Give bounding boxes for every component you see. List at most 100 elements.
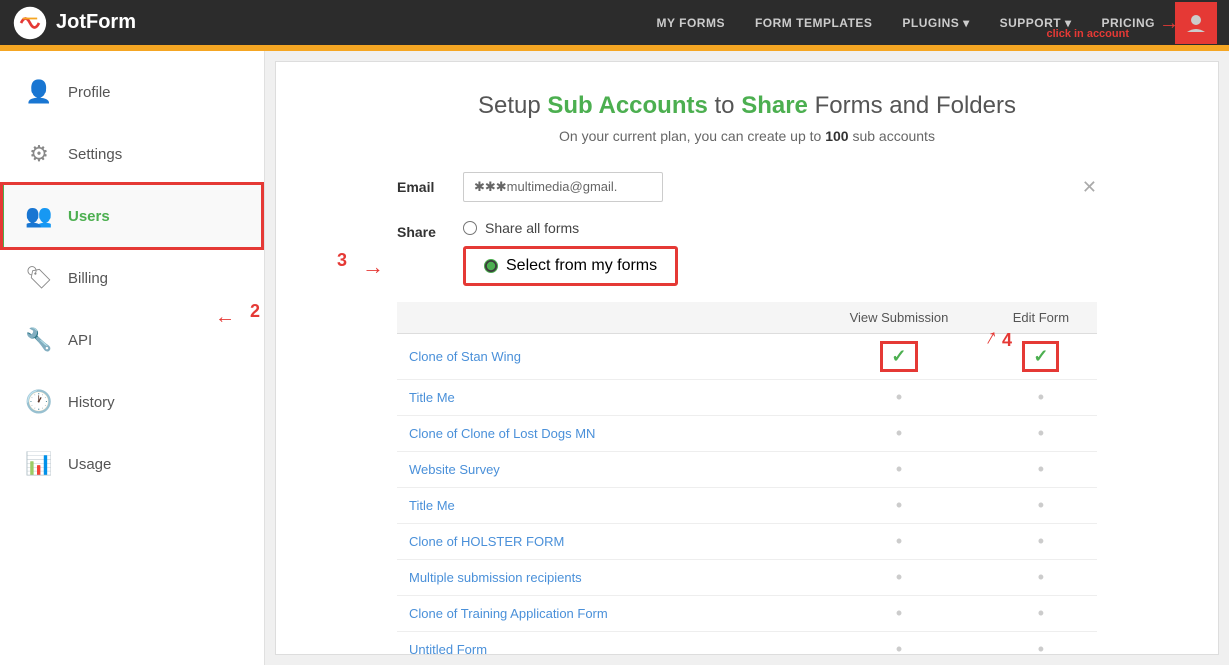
sidebar-label-usage: Usage [68,456,111,473]
view-submission-cell[interactable]: • [813,416,985,452]
content-area: Setup Sub Accounts to Share Forms and Fo… [275,61,1219,655]
usage-icon: 📊 [24,451,54,477]
edit-form-cell[interactable]: • [985,524,1097,560]
check-edit-box[interactable]: ✓ [1022,341,1059,372]
sidebar-label-history: History [68,394,115,411]
select-from-forms-option[interactable]: Select from my forms [463,246,678,286]
nav-links: MY FORMS FORM TEMPLATES PLUGINS ▾ SUPPOR… [643,2,1217,44]
form-section: Email ✱✱✱multimedia@gmail. ✕ Share Share… [397,172,1097,655]
form-name-cell[interactable]: Title Me [397,488,813,524]
table-row: Multiple submission recipients•• [397,560,1097,596]
table-row: Clone of Training Application Form•• [397,596,1097,632]
sidebar-label-api: API [68,332,92,349]
table-row: Untitled Form•• [397,632,1097,656]
sidebar-item-api[interactable]: 🔧 API [0,309,264,371]
subtitle-bold: 100 [825,128,848,144]
page-subtitle: On your current plan, you can create up … [316,128,1178,144]
sidebar-label-billing: Billing [68,270,108,287]
annotation-arrow-3: → [362,254,384,280]
email-input[interactable]: ✱✱✱multimedia@gmail. [463,172,663,202]
nav-plugins[interactable]: PLUGINS ▾ [888,8,983,38]
form-name-cell[interactable]: Clone of Clone of Lost Dogs MN [397,416,813,452]
edit-form-cell[interactable]: • [985,488,1097,524]
table-row: Clone of HOLSTER FORM•• [397,524,1097,560]
sidebar-item-users[interactable]: 👥 Users [0,185,264,247]
table-row: Title Me•• [397,488,1097,524]
page-title: Setup Sub Accounts to Share Forms and Fo… [316,92,1178,120]
view-submission-cell[interactable]: • [813,524,985,560]
form-name-cell[interactable]: Multiple submission recipients [397,560,813,596]
close-button[interactable]: ✕ [1082,177,1097,198]
annotation-number-3: 3 [337,250,347,271]
form-name-cell[interactable]: Clone of Training Application Form [397,596,813,632]
api-icon: 🔧 [24,327,54,353]
profile-icon: 👤 [24,79,54,105]
share-all-option[interactable]: Share all forms [463,220,678,236]
select-from-label: Select from my forms [506,257,657,275]
edit-form-cell[interactable]: • [985,380,1097,416]
view-submission-cell[interactable]: • [813,380,985,416]
form-name-cell[interactable]: Untitled Form [397,632,813,656]
logo-text: JotForm [56,11,136,34]
form-name-cell[interactable]: Website Survey [397,452,813,488]
email-row: Email ✱✱✱multimedia@gmail. ✕ [397,172,1097,202]
table-row: Clone of Clone of Lost Dogs MN•• [397,416,1097,452]
forms-table-wrapper: View Submission Edit Form Clone of Stan … [397,302,1097,655]
table-row: Title Me•• [397,380,1097,416]
title-end: Forms and Folders [808,92,1016,119]
view-submission-cell[interactable]: • [813,596,985,632]
billing-icon: 🏷 [24,265,54,291]
settings-icon: ⚙ [24,141,54,167]
view-submission-cell[interactable]: • [813,632,985,656]
title-to: to [708,92,741,119]
sidebar-item-history[interactable]: 🕐 History [0,371,264,433]
select-forms-radio[interactable] [484,259,498,273]
share-all-label: Share all forms [485,220,579,236]
view-submission-cell[interactable]: • [813,488,985,524]
nav-form-templates[interactable]: FORM TEMPLATES [741,8,886,38]
sidebar-item-billing[interactable]: 🏷 Billing [0,247,264,309]
sidebar-label-settings: Settings [68,146,122,163]
title-share: Share [741,92,808,119]
edit-form-cell[interactable]: • [985,416,1097,452]
view-submission-cell[interactable]: ✓ [813,334,985,380]
main-layout: 👤 Profile ⚙ Settings 👥 Users 2 ← 🏷 Billi… [0,51,1229,665]
form-name-cell[interactable]: Title Me [397,380,813,416]
top-nav: JotForm MY FORMS FORM TEMPLATES PLUGINS … [0,0,1229,45]
form-name-cell[interactable]: Clone of HOLSTER FORM [397,524,813,560]
nav-my-forms[interactable]: MY FORMS [643,8,739,38]
sidebar-item-usage[interactable]: 📊 Usage [0,433,264,495]
check-view-box[interactable]: ✓ [880,341,917,372]
sidebar: 👤 Profile ⚙ Settings 👥 Users 2 ← 🏷 Billi… [0,51,265,665]
subtitle-text: On your current plan, you can create up … [559,128,825,144]
edit-form-cell[interactable]: • [985,632,1097,656]
sidebar-item-settings[interactable]: ⚙ Settings [0,123,264,185]
sidebar-label-profile: Profile [68,84,111,101]
forms-table: View Submission Edit Form Clone of Stan … [397,302,1097,655]
form-name-cell[interactable]: Clone of Stan Wing [397,334,813,380]
view-submission-cell[interactable]: • [813,452,985,488]
account-icon [1185,12,1207,34]
click-account-annotation: click in account [1046,28,1129,40]
table-row: Website Survey•• [397,452,1097,488]
share-label: Share [397,220,447,240]
sidebar-item-profile[interactable]: 👤 Profile [0,61,264,123]
edit-form-cell[interactable]: • [985,560,1097,596]
annotation-number-4: 4 [1002,330,1012,351]
title-sub-accounts: Sub Accounts [547,92,707,119]
edit-form-cell[interactable]: • [985,596,1097,632]
email-label: Email [397,179,447,195]
account-button[interactable] [1175,2,1217,44]
title-plain: Setup [478,92,547,119]
edit-form-cell[interactable]: • [985,452,1097,488]
sidebar-label-users: Users [68,208,110,225]
view-submission-cell[interactable]: • [813,560,985,596]
share-options: Share all forms Select from my forms [463,220,678,286]
share-all-radio[interactable] [463,221,477,235]
col-view-submission: View Submission [813,302,985,334]
users-icon: 👥 [24,203,54,229]
arrow-right-annotation: → [1159,12,1179,35]
col-form-name [397,302,813,334]
jotform-logo-icon [12,5,48,41]
logo-area: JotForm [12,5,643,41]
